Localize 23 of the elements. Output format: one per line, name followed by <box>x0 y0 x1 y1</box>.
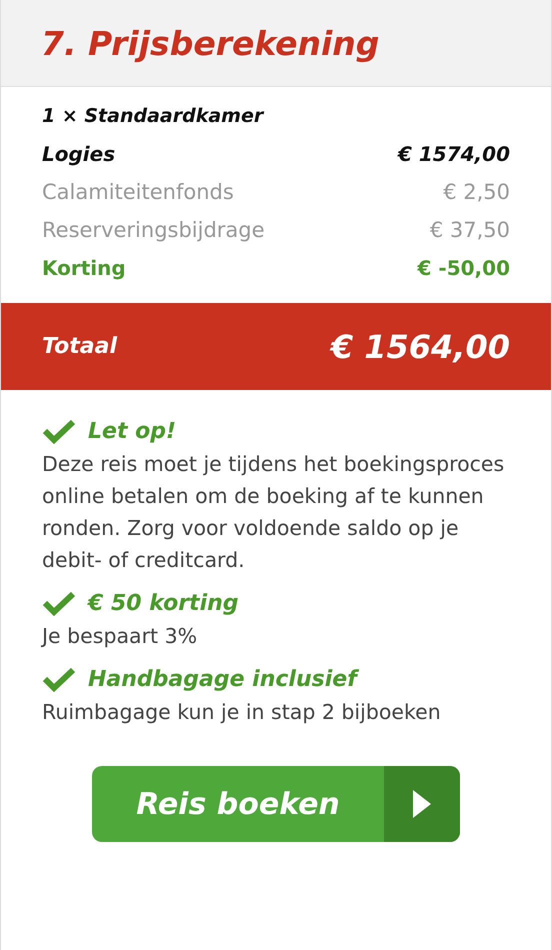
note-text: Je bespaart 3% <box>42 623 198 650</box>
note-text: Deze reis moet je tijdens het boekingsproces online betalen om de boeking af te kunnen ronden. Zorg voor voldoende saldo op je debit- of creditcard. <box>42 451 506 574</box>
room-heading: 1 × Standaardkamer <box>42 105 266 129</box>
checkmark-icon <box>42 590 76 616</box>
checkmark-icon <box>42 666 76 692</box>
section-title: 7. Prijsberekening <box>41 24 380 62</box>
price-amount: € 1574,00 <box>398 142 510 166</box>
price-label: Reserveringsbijdrage <box>42 218 265 242</box>
note-title: € 50 korting <box>88 590 239 616</box>
book-button[interactable]: Reis boeken <box>92 766 460 842</box>
checkmark-icon <box>42 418 76 444</box>
price-amount: € 37,50 <box>430 218 510 242</box>
price-amount: € -50,00 <box>418 256 510 280</box>
price-amount: € 2,50 <box>443 180 510 204</box>
note-title: Handbagage inclusief <box>88 666 357 692</box>
note-text: Ruimbagage kun je in stap 2 bijboeken <box>42 699 442 726</box>
play-triangle-icon <box>412 789 432 819</box>
note-title: Let op! <box>88 418 176 444</box>
price-label: Korting <box>42 256 126 280</box>
total-amount: € 1564,00 <box>330 328 510 366</box>
price-label: Calamiteitenfonds <box>42 180 234 204</box>
total-label: Totaal <box>42 334 118 359</box>
price-label: Logies <box>42 142 116 166</box>
